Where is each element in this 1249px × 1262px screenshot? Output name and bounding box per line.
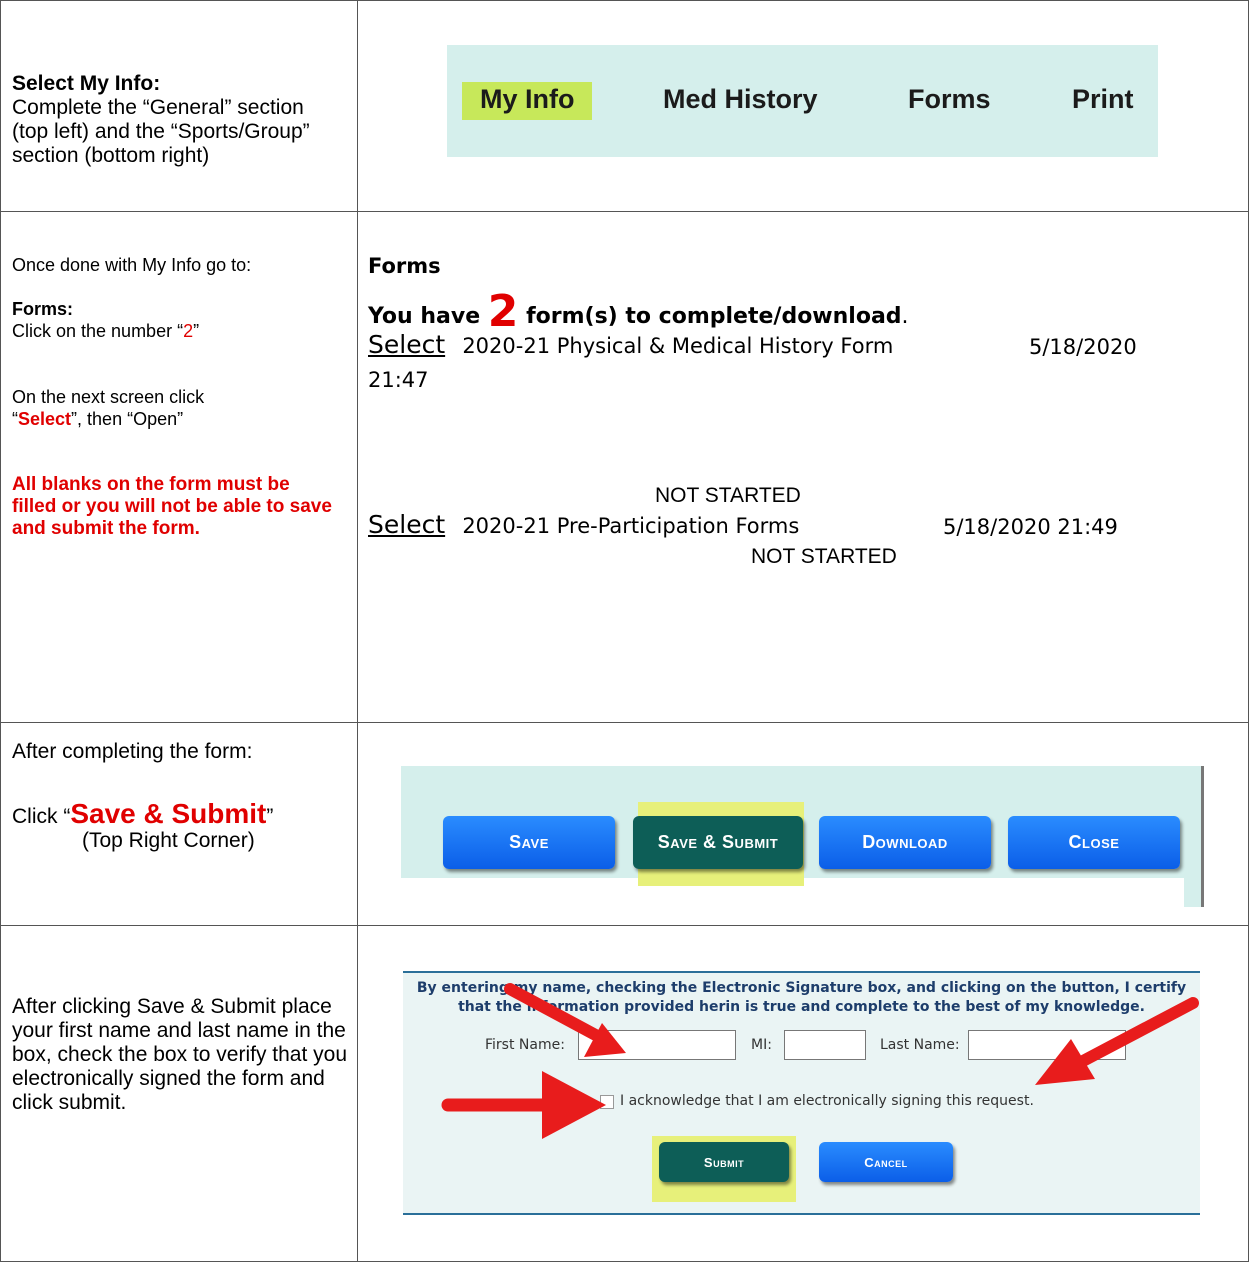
form1-select-link[interactable]: Select [368, 330, 445, 359]
row2-click-number: Click on the number “2” [12, 320, 342, 342]
mi-label: MI: [751, 1037, 772, 1053]
row2-intro: Once done with My Info go to: [12, 255, 252, 275]
click-number: 2 [183, 321, 194, 341]
save-submit-emphasis: Save & Submit [70, 798, 267, 829]
signature-dialog-screenshot: By entering my name, checking the Electr… [403, 971, 1200, 1215]
select-gap: _ [452, 334, 463, 358]
table-border-top [0, 0, 1249, 1]
row2-forms-label: Forms: [12, 299, 74, 319]
nav-bar-screenshot: My Info Med History Forms Print [447, 45, 1158, 157]
row1-title: Select My Info: [12, 72, 161, 95]
form1-time: 21:47 [368, 368, 429, 392]
form1-name: 2020-21 Physical & Medical History Form [462, 334, 894, 358]
cancel-button[interactable]: Cancel [819, 1142, 953, 1182]
mi-input[interactable] [784, 1030, 866, 1060]
arrow-to-last-name-icon [1035, 997, 1199, 1085]
next-select-word: Select [18, 409, 72, 429]
save-submit-button[interactable]: Save & Submit [633, 816, 803, 869]
next-screen-lead: On the next screen click [12, 387, 205, 407]
form1-row: Select _2020-21 Physical & Medical Histo… [368, 330, 893, 359]
save-button[interactable]: Save [443, 816, 615, 869]
nav-med-history[interactable]: Med History [663, 84, 818, 115]
nav-my-info[interactable]: My Info [480, 84, 575, 115]
form1-status: NOT STARTED [655, 484, 801, 507]
row1-instructions: Select My Info: Complete the “General” s… [12, 72, 342, 168]
form2-select-link[interactable]: Select [368, 510, 445, 539]
last-name-label: Last Name: [880, 1037, 960, 1053]
table-border-left [0, 0, 1, 1262]
screenshot-edge [1201, 766, 1204, 907]
have-suffix: form(s) to complete/download [518, 304, 902, 329]
nav-forms[interactable]: Forms [908, 84, 991, 115]
arrow-to-checkbox-icon [441, 1071, 606, 1139]
row-divider [0, 211, 1249, 212]
acknowledge-label: I acknowledge that I am electronically s… [620, 1093, 1034, 1109]
download-button[interactable]: Download [819, 816, 991, 869]
column-divider [357, 0, 358, 1262]
row3-click: Click “Save & Submit” [12, 800, 347, 829]
next-suffix: ”, then “Open” [71, 409, 184, 429]
arrow-to-first-name-icon [504, 983, 626, 1057]
forms-title: Forms [368, 254, 441, 278]
form2-datetime: 5/18/2020 21:49 [943, 515, 1118, 539]
form-buttons-screenshot: Save Save & Submit Download Close [401, 766, 1204, 907]
row2-instructions: Once done with My Info go to: Forms: Cli… [12, 254, 342, 540]
have-period: . [901, 304, 909, 329]
row-divider [0, 722, 1249, 723]
click-prefix: Click “ [12, 805, 71, 828]
submit-button[interactable]: Submit [659, 1142, 789, 1182]
row-divider [0, 925, 1249, 926]
click-prefix: Click on the number “ [12, 321, 184, 341]
form2-row: Select _2020-21 Pre-Participation Forms [368, 510, 799, 539]
row3-instructions: After completing the form: Click “Save &… [12, 740, 347, 853]
form2-status: NOT STARTED [751, 545, 897, 568]
select-gap: _ [452, 514, 463, 538]
form2-name: 2020-21 Pre-Participation Forms [462, 514, 800, 538]
click-suffix: ” [266, 805, 274, 828]
row3-after: After completing the form: [12, 740, 253, 763]
nav-print[interactable]: Print [1072, 84, 1134, 115]
have-prefix: You have [368, 304, 488, 329]
row2-next-screen: On the next screen click “Select”, then “… [12, 386, 342, 430]
row3-corner: (Top Right Corner) [82, 829, 255, 852]
row2-warning: All blanks on the form must be filled or… [12, 474, 332, 539]
row4-instructions: After clicking Save & Submit place your … [12, 995, 348, 1114]
close-button[interactable]: Close [1008, 816, 1180, 869]
form1-date: 5/18/2020 [1029, 335, 1137, 359]
click-suffix: ” [193, 321, 200, 341]
row1-body: Complete the “General” section (top left… [12, 96, 310, 167]
